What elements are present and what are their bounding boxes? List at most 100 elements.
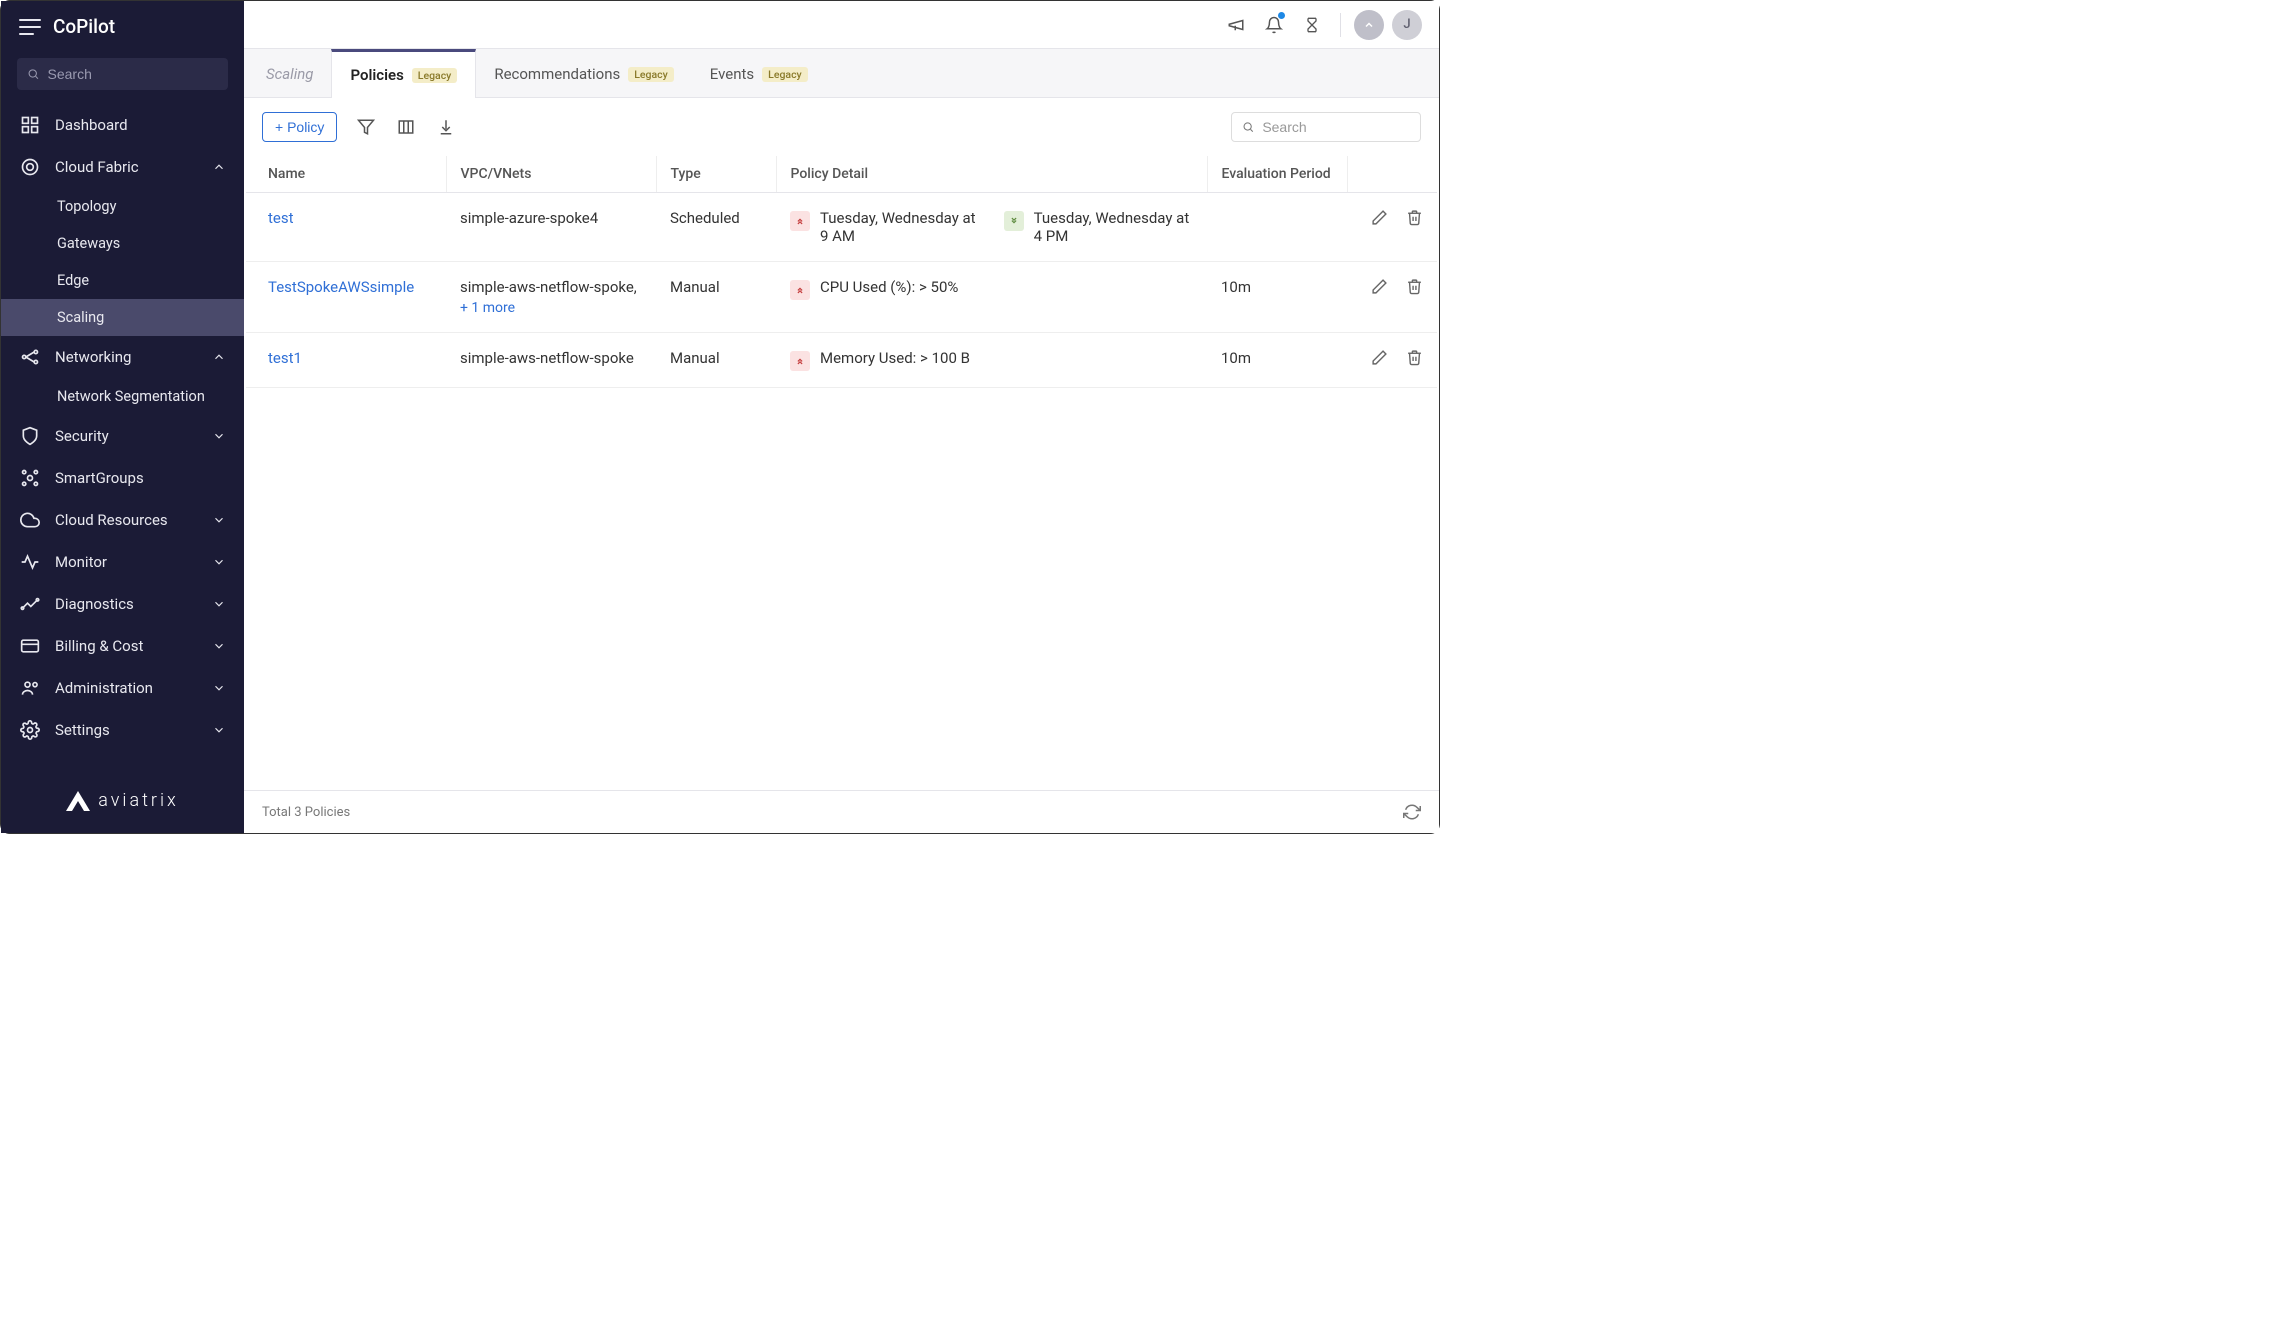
table-row: TestSpokeAWSsimple simple-aws-netflow-sp… <box>246 262 1437 333</box>
col-type[interactable]: Type <box>656 156 776 193</box>
scale-up-icon <box>790 351 810 371</box>
eval-period-text: 10m <box>1221 278 1251 296</box>
vpc-more-link[interactable]: + 1 more <box>460 300 642 316</box>
announce-icon[interactable] <box>1220 9 1252 41</box>
sidebar-item-scaling[interactable]: Scaling <box>1 299 244 336</box>
sidebar-item-topology[interactable]: Topology <box>1 188 244 225</box>
sidebar-item-diagnostics[interactable]: Diagnostics <box>1 583 244 625</box>
smartgroups-icon <box>19 467 41 489</box>
sidebar-item-monitor[interactable]: Monitor <box>1 541 244 583</box>
chevron-down-icon <box>212 723 226 737</box>
user-avatar[interactable]: J <box>1391 9 1423 41</box>
bell-icon[interactable] <box>1258 9 1290 41</box>
table-header-row: Name VPC/VNets Type Policy Detail Evalua… <box>246 156 1437 193</box>
columns-icon[interactable] <box>397 118 415 136</box>
vpc-text: simple-azure-spoke4 <box>460 209 598 227</box>
hourglass-icon[interactable] <box>1296 9 1328 41</box>
eval-period-text: 10m <box>1221 349 1251 367</box>
sidebar-item-dashboard[interactable]: Dashboard <box>1 104 244 146</box>
search-icon <box>27 67 40 81</box>
sidebar-item-network-segmentation[interactable]: Network Segmentation <box>1 378 244 415</box>
sidebar-item-settings[interactable]: Settings <box>1 709 244 751</box>
delete-icon[interactable] <box>1406 278 1423 295</box>
table-row: test simple-azure-spoke4 Scheduled Tuesd… <box>246 193 1437 262</box>
sidebar-item-label: Dashboard <box>55 116 128 134</box>
col-vpc[interactable]: VPC/VNets <box>446 156 656 193</box>
sidebar-item-security[interactable]: Security <box>1 415 244 457</box>
edit-icon[interactable] <box>1371 209 1388 226</box>
sidebar-item-networking[interactable]: Networking <box>1 336 244 378</box>
chevron-down-icon <box>212 681 226 695</box>
sidebar-search-input[interactable] <box>48 66 219 82</box>
gear-icon <box>19 719 41 741</box>
filter-icon[interactable] <box>357 118 375 136</box>
tab-recommendations[interactable]: Recommendations Legacy <box>476 51 691 97</box>
sidebar-item-administration[interactable]: Administration <box>1 667 244 709</box>
sidebar-item-label: SmartGroups <box>55 469 144 487</box>
topbar-divider <box>1340 13 1341 37</box>
total-count: Total 3 Policies <box>262 805 350 820</box>
table-search-input[interactable] <box>1262 119 1410 135</box>
vpc-text: simple-aws-netflow-spoke <box>460 349 634 367</box>
chevron-up-icon <box>212 160 226 174</box>
sidebar-item-label: Cloud Resources <box>55 511 168 529</box>
col-eval-period[interactable]: Evaluation Period <box>1207 156 1347 193</box>
delete-icon[interactable] <box>1406 349 1423 366</box>
sidebar-search[interactable] <box>17 58 228 90</box>
brand-title: CoPilot <box>53 15 115 38</box>
sidebar-item-label: Settings <box>55 721 110 739</box>
sidebar-item-label: Cloud Fabric <box>55 158 139 176</box>
tab-policies[interactable]: Policies Legacy <box>331 49 476 98</box>
sidebar-item-edge[interactable]: Edge <box>1 262 244 299</box>
vpc-text: simple-aws-netflow-spoke, <box>460 278 637 296</box>
policy-detail-text: CPU Used (%): > 50% <box>820 278 958 296</box>
table-search[interactable] <box>1231 112 1421 142</box>
sidebar-item-label: Diagnostics <box>55 595 134 613</box>
chevron-down-icon <box>212 597 226 611</box>
monitor-icon <box>19 551 41 573</box>
sidebar-item-label: Security <box>55 427 109 445</box>
policy-name-link[interactable]: test <box>268 209 294 227</box>
shield-icon <box>19 425 41 447</box>
policy-detail-text: Tuesday, Wednesday at 4 PM <box>1034 209 1193 245</box>
sidebar-item-cloud-fabric[interactable]: Cloud Fabric <box>1 146 244 188</box>
sidebar-item-gateways[interactable]: Gateways <box>1 225 244 262</box>
policy-detail-text: Tuesday, Wednesday at 9 AM <box>820 209 980 245</box>
col-actions <box>1347 156 1437 193</box>
edit-icon[interactable] <box>1371 349 1388 366</box>
type-text: Manual <box>670 349 720 367</box>
scale-up-icon <box>790 280 810 300</box>
policy-name-link[interactable]: TestSpokeAWSsimple <box>268 278 414 296</box>
add-policy-button[interactable]: + Policy <box>262 112 337 142</box>
sidebar-item-cloud-resources[interactable]: Cloud Resources <box>1 499 244 541</box>
type-text: Scheduled <box>670 209 740 227</box>
col-name[interactable]: Name <box>246 156 446 193</box>
download-icon[interactable] <box>437 118 455 136</box>
networking-icon <box>19 346 41 368</box>
cloud-fabric-icon <box>19 156 41 178</box>
chevron-up-icon <box>212 350 226 364</box>
chevron-down-icon <box>212 429 226 443</box>
menu-toggle-icon[interactable] <box>19 19 41 35</box>
sidebar-item-label: Billing & Cost <box>55 637 143 655</box>
policy-detail-text: Memory Used: > 100 B <box>820 349 970 367</box>
tab-scaling[interactable]: Scaling <box>248 51 331 97</box>
col-policy-detail[interactable]: Policy Detail <box>776 156 1207 193</box>
delete-icon[interactable] <box>1406 209 1423 226</box>
billing-icon <box>19 635 41 657</box>
legacy-badge: Legacy <box>412 68 458 83</box>
sidebar-item-smartgroups[interactable]: SmartGroups <box>1 457 244 499</box>
up-avatar[interactable] <box>1353 9 1385 41</box>
cloud-icon <box>19 509 41 531</box>
notification-dot <box>1278 12 1285 19</box>
tab-events[interactable]: Events Legacy <box>692 51 826 97</box>
chevron-down-icon <box>212 513 226 527</box>
sidebar-item-billing[interactable]: Billing & Cost <box>1 625 244 667</box>
edit-icon[interactable] <box>1371 278 1388 295</box>
type-text: Manual <box>670 278 720 296</box>
refresh-icon[interactable] <box>1403 803 1421 821</box>
policy-name-link[interactable]: test1 <box>268 349 302 367</box>
table-footer: Total 3 Policies <box>244 790 1439 833</box>
toolbar: + Policy <box>244 98 1439 156</box>
sidebar-footer-brand: aviatrix <box>1 772 244 833</box>
